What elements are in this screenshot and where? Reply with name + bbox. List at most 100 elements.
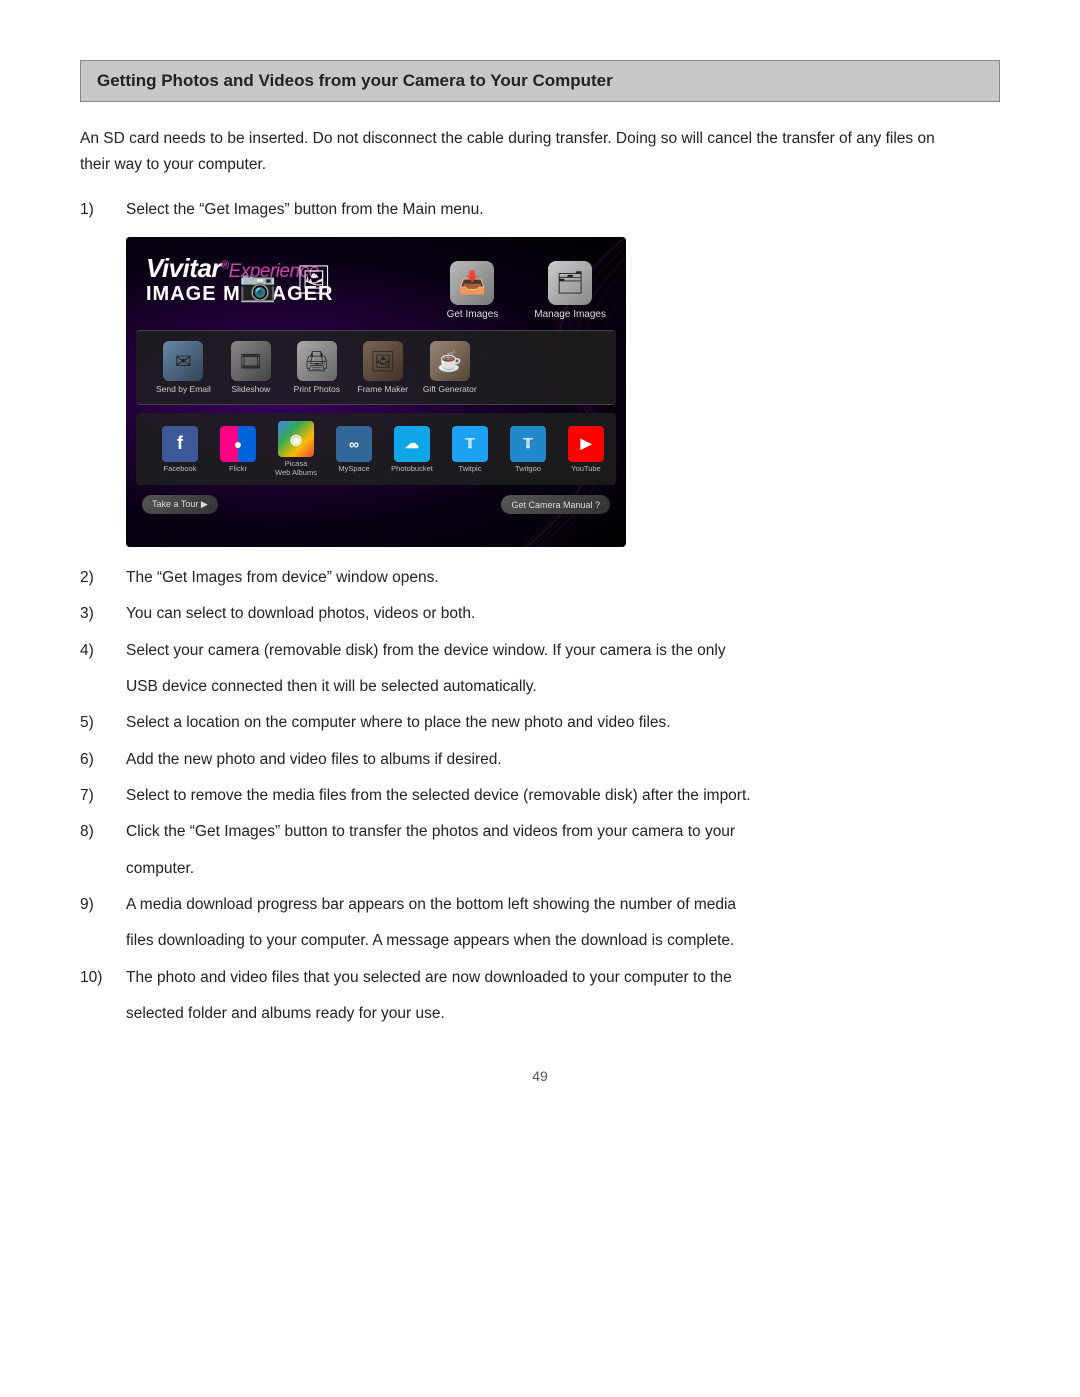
social-twitgoo[interactable]: 𝕋 Twitgoo — [504, 426, 552, 473]
step-2-number: 2) — [80, 565, 126, 591]
step-9b-text: files downloading to your computer. A me… — [126, 928, 946, 954]
twitgoo-label: Twitgoo — [515, 464, 541, 473]
step-9a: 9) A media download progress bar appears… — [80, 892, 1000, 918]
take-tour-btn[interactable]: Take a Tour ▶ — [142, 495, 218, 514]
print-label: Print Photos — [294, 384, 340, 394]
step-6-number: 6) — [80, 747, 126, 773]
social-twitpic[interactable]: 𝕋 Twitpic — [446, 426, 494, 473]
social-facebook[interactable]: f Facebook — [156, 426, 204, 473]
step-list: 1) Select the “Get Images” button from t… — [80, 197, 1000, 1028]
step-9-number: 9) — [80, 892, 126, 918]
step-5-text: Select a location on the computer where … — [126, 710, 946, 736]
flickr-icon: ● — [220, 426, 256, 462]
photos-icon: 🖼 — [296, 263, 332, 296]
brand-text: Vivitar — [146, 253, 221, 283]
step-4b: 4) USB device connected then it will be … — [80, 674, 1000, 700]
camera-manual-label: Get Camera Manual ? — [511, 500, 600, 510]
step-10a-text: The photo and video files that you selec… — [126, 965, 946, 991]
step-2-text: The “Get Images from device” window open… — [126, 565, 946, 591]
vim-ui: Vivitar®Experience IMAGE MANAGER 📷 🖼 📥 — [126, 237, 626, 547]
vim-bottom-bar: Take a Tour ▶ Get Camera Manual ? — [126, 489, 626, 520]
step-8a: 8) Click the “Get Images” button to tran… — [80, 819, 1000, 845]
step-7-text: Select to remove the media files from th… — [126, 783, 946, 809]
step-6: 6) Add the new photo and video files to … — [80, 747, 1000, 773]
step-6-text: Add the new photo and video files to alb… — [126, 747, 946, 773]
facebook-label: Facebook — [164, 464, 197, 473]
step-10-number: 10) — [80, 965, 126, 991]
camera-icon: 📷 — [239, 269, 276, 304]
youtube-label: YouTube — [571, 464, 600, 473]
vim-header-icons: 📥 Get Images 🗂 Manage Images — [447, 255, 606, 320]
manage-images-btn[interactable]: 🗂 Manage Images — [534, 261, 606, 320]
vim-social-bar: f Facebook ● Flickr ◉ Picasa Web Albums — [136, 413, 616, 485]
frame-icon: 🖼 — [363, 341, 403, 381]
gift-icon: ☕ — [430, 341, 470, 381]
vim-header: Vivitar®Experience IMAGE MANAGER 📷 🖼 📥 — [126, 237, 626, 326]
social-picasa[interactable]: ◉ Picasa Web Albums — [272, 421, 320, 477]
picasa-icon: ◉ — [278, 421, 314, 457]
social-photobucket[interactable]: ☁ Photobucket — [388, 426, 436, 473]
facebook-icon: f — [162, 426, 198, 462]
flickr-label: Flickr — [229, 464, 247, 473]
menu-item-print[interactable]: 🖨 Print Photos — [291, 341, 343, 394]
myspace-icon: ∞ — [336, 426, 372, 462]
step-4b-text: USB device connected then it will be sel… — [126, 674, 946, 700]
step-9a-text: A media download progress bar appears on… — [126, 892, 946, 918]
screenshot-item: Vivitar®Experience IMAGE MANAGER 📷 🖼 📥 — [80, 237, 1000, 547]
menu-item-email[interactable]: ✉ Send by Email — [156, 341, 211, 394]
step-1-number: 1) — [80, 197, 126, 223]
get-images-label: Get Images — [447, 309, 499, 320]
step-4a: 4) Select your camera (removable disk) f… — [80, 638, 1000, 664]
step-3: 3) You can select to download photos, vi… — [80, 601, 1000, 627]
social-flickr[interactable]: ● Flickr — [214, 426, 262, 473]
manage-images-label: Manage Images — [534, 309, 606, 320]
step-5-number: 5) — [80, 710, 126, 736]
intro-paragraph: An SD card needs to be inserted. Do not … — [80, 126, 940, 179]
step-10b: 10) selected folder and albums ready for… — [80, 1001, 1000, 1027]
social-myspace[interactable]: ∞ MySpace — [330, 426, 378, 473]
section-heading: Getting Photos and Videos from your Came… — [80, 60, 1000, 102]
step-1: 1) Select the “Get Images” button from t… — [80, 197, 1000, 223]
page: Getting Photos and Videos from your Came… — [0, 0, 1080, 1397]
photobucket-icon: ☁ — [394, 426, 430, 462]
manage-images-icon: 🗂 — [548, 261, 592, 305]
step-8-number: 8) — [80, 819, 126, 845]
email-icon: ✉ — [163, 341, 203, 381]
menu-item-gift[interactable]: ☕ Gift Generator — [423, 341, 477, 394]
step-3-text: You can select to download photos, video… — [126, 601, 946, 627]
twitgoo-icon: 𝕋 — [510, 426, 546, 462]
email-label: Send by Email — [156, 384, 211, 394]
youtube-icon: ▶ — [568, 426, 604, 462]
step-8a-text: Click the “Get Images” button to transfe… — [126, 819, 946, 845]
twitpic-icon: 𝕋 — [452, 426, 488, 462]
myspace-label: MySpace — [338, 464, 369, 473]
get-images-btn[interactable]: 📥 Get Images — [447, 261, 499, 320]
step-3-number: 3) — [80, 601, 126, 627]
step-7: 7) Select to remove the media files from… — [80, 783, 1000, 809]
get-images-icon: 📥 — [450, 261, 494, 305]
social-youtube[interactable]: ▶ YouTube — [562, 426, 610, 473]
camera-manual-btn[interactable]: Get Camera Manual ? — [501, 495, 610, 514]
photobucket-label: Photobucket — [391, 464, 433, 473]
vim-menu-bar: ✉ Send by Email 🎞 Slideshow 🖨 Print Phot… — [136, 330, 616, 405]
print-icon: 🖨 — [297, 341, 337, 381]
twitpic-label: Twitpic — [459, 464, 482, 473]
menu-item-frame[interactable]: 🖼 Frame Maker — [357, 341, 409, 394]
menu-item-slideshow[interactable]: 🎞 Slideshow — [225, 341, 277, 394]
step-5: 5) Select a location on the computer whe… — [80, 710, 1000, 736]
step-10b-text: selected folder and albums ready for you… — [126, 1001, 946, 1027]
reg-symbol: ® — [221, 260, 229, 272]
step-4a-text: Select your camera (removable disk) from… — [126, 638, 946, 664]
step-4-number: 4) — [80, 638, 126, 664]
step-10a: 10) The photo and video files that you s… — [80, 965, 1000, 991]
page-number: 49 — [80, 1068, 1000, 1084]
gift-label: Gift Generator — [423, 384, 477, 394]
picasa-label: Picasa Web Albums — [275, 459, 317, 477]
step-2: 2) The “Get Images from device” window o… — [80, 565, 1000, 591]
screenshot-container: Vivitar®Experience IMAGE MANAGER 📷 🖼 📥 — [126, 237, 626, 547]
frame-label: Frame Maker — [358, 384, 409, 394]
step-7-number: 7) — [80, 783, 126, 809]
step-8b-text: computer. — [126, 856, 946, 882]
step-8b: 8) computer. — [80, 856, 1000, 882]
slideshow-label: Slideshow — [231, 384, 270, 394]
